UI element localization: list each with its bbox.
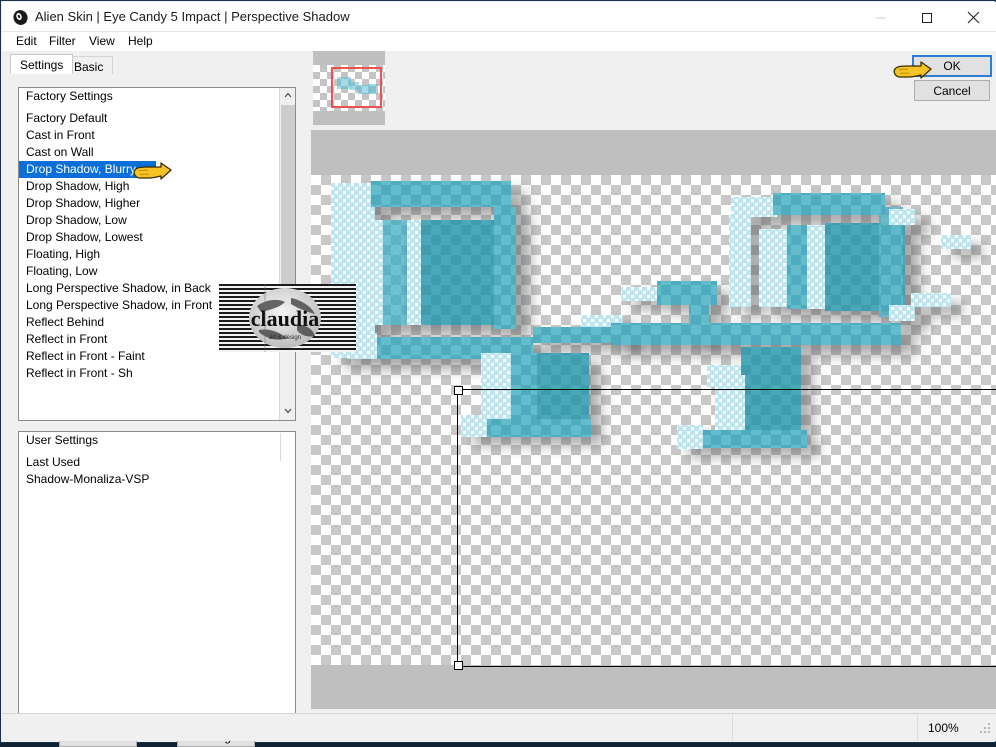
maximize-button[interactable] <box>904 3 950 32</box>
navigator-thumbnail[interactable] <box>313 51 385 125</box>
list-item[interactable]: Reflect in Front <box>19 331 295 348</box>
list-item[interactable]: Long Perspective Shadow, in Front <box>19 297 295 314</box>
close-button[interactable] <box>950 3 996 32</box>
factory-settings-list[interactable]: Factory Settings Factory Default Cast in… <box>18 87 296 421</box>
menu-bar: Edit Filter View Help <box>2 32 996 51</box>
list-item[interactable]: Shadow-Monaliza-VSP <box>19 471 295 488</box>
menu-item-view[interactable]: View <box>86 34 118 49</box>
list-item-partial[interactable]: Reflect in Front - Sh <box>19 365 295 382</box>
list-group-header: User Settings <box>26 433 99 447</box>
factory-list-scrollbar[interactable] <box>279 88 295 420</box>
status-separator <box>732 714 733 741</box>
list-item[interactable]: Last Used <box>19 454 295 471</box>
scroll-down-button[interactable] <box>280 404 295 420</box>
resize-grip-icon[interactable] <box>979 722 992 738</box>
art-shape-group-right <box>611 193 915 345</box>
settings-panel: Settings Basic Factory Settings Factory … <box>2 51 311 747</box>
title-bar: Alien Skin | Eye Candy 5 Impact | Perspe… <box>2 2 996 32</box>
alien-head-icon <box>12 9 29 26</box>
list-item[interactable]: Floating, High <box>19 246 295 263</box>
list-item[interactable]: Drop Shadow, Higher <box>19 195 295 212</box>
cancel-button[interactable]: Cancel <box>914 80 990 101</box>
preview-panel: Preview Background: None OK Cancel <box>311 51 996 714</box>
ok-button[interactable]: OK <box>912 55 992 77</box>
preview-artwork <box>331 181 971 449</box>
list-item[interactable]: Drop Shadow, Low <box>19 212 295 229</box>
list-item[interactable]: Floating, Low <box>19 263 295 280</box>
scroll-up-button[interactable] <box>280 88 295 104</box>
preview-canvas[interactable] <box>311 130 996 709</box>
list-group-header: Factory Settings <box>26 89 113 103</box>
list-item[interactable]: Cast on Wall <box>19 144 295 161</box>
close-icon <box>967 11 979 24</box>
user-settings-list[interactable]: User Settings Last Used Shadow-Monaliza-… <box>18 431 296 718</box>
minimize-button[interactable] <box>858 3 904 32</box>
status-separator <box>917 714 918 741</box>
art-shape-group-left <box>331 181 533 359</box>
menu-item-help[interactable]: Help <box>125 34 156 49</box>
divider <box>280 433 281 461</box>
list-item[interactable]: Long Perspective Shadow, in Back <box>19 280 295 297</box>
list-item[interactable]: Drop Shadow, Lowest <box>19 229 295 246</box>
list-item[interactable]: Reflect in Front - Faint <box>19 348 295 365</box>
list-item-selected[interactable]: Drop Shadow, Blurry <box>19 161 156 178</box>
window-title: Alien Skin | Eye Candy 5 Impact | Perspe… <box>35 9 350 24</box>
list-item[interactable]: Reflect Behind <box>19 314 295 331</box>
navigator-bottom-band <box>313 111 385 125</box>
status-bar: 100% <box>2 713 996 741</box>
navigator-viewport-rect[interactable] <box>331 67 382 108</box>
art-shape-group-bottom-right <box>677 347 807 449</box>
minimize-icon <box>876 17 886 18</box>
chevron-up-icon <box>284 92 292 98</box>
application-window: Alien Skin | Eye Candy 5 Impact | Perspe… <box>0 0 996 747</box>
menu-item-filter[interactable]: Filter <box>46 34 79 49</box>
navigator-top-band <box>313 51 385 65</box>
list-item[interactable]: Factory Default <box>19 110 295 127</box>
art-shape-group-right-small <box>911 235 971 307</box>
chevron-down-icon <box>284 408 292 414</box>
maximize-icon <box>922 12 932 23</box>
menu-item-edit[interactable]: Edit <box>13 34 40 49</box>
tab-settings[interactable]: Settings <box>10 54 74 74</box>
zoom-level-text: 100% <box>928 721 959 735</box>
list-item[interactable]: Drop Shadow, High <box>19 178 295 195</box>
list-item[interactable]: Cast in Front <box>19 127 295 144</box>
scrollbar-thumb[interactable] <box>281 105 295 345</box>
art-shape-group-bottom-center <box>461 353 591 437</box>
